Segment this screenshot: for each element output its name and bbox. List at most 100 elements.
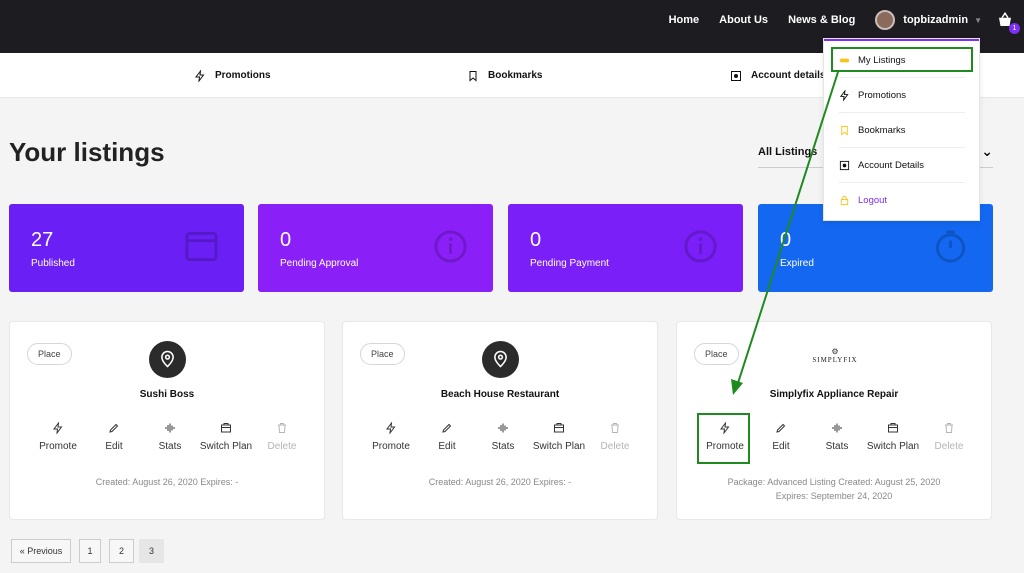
listing-meta: Package: Advanced Listing Created: Augus… bbox=[677, 475, 991, 503]
stats-button[interactable]: Stats bbox=[809, 422, 865, 452]
pagination-page[interactable]: 2 bbox=[109, 539, 134, 563]
stats-button[interactable]: Stats bbox=[142, 422, 198, 452]
trash-icon bbox=[278, 423, 286, 433]
stats-button[interactable]: Stats bbox=[475, 422, 531, 452]
promote-label: Promote bbox=[372, 441, 410, 452]
dropdown-logout[interactable]: Logout bbox=[839, 183, 965, 218]
annotation-highlight-my-listings bbox=[831, 47, 973, 72]
nav-about-link[interactable]: About Us bbox=[719, 14, 768, 26]
account-icon bbox=[839, 160, 850, 170]
subnav-account-label: Account details bbox=[751, 70, 826, 81]
listing-actions: Promote Edit Stats Switch Plan Delete bbox=[30, 422, 310, 460]
listing-card: Place ⚙ SIMPLYFIX Simplyfix Appliance Re… bbox=[676, 321, 992, 520]
stopwatch-icon bbox=[935, 230, 966, 263]
lightning-icon bbox=[386, 422, 396, 434]
listing-card: Place Sushi Boss Promote Edit Stats Swit… bbox=[9, 321, 325, 520]
edit-button[interactable]: Edit bbox=[753, 422, 809, 452]
edit-button[interactable]: Edit bbox=[86, 422, 142, 452]
delete-button[interactable]: Delete bbox=[254, 422, 310, 452]
switch-plan-button[interactable]: Switch Plan bbox=[865, 422, 921, 452]
package-icon bbox=[888, 423, 898, 433]
gear-icon: ⚙ bbox=[831, 347, 839, 356]
dropdown-account-details[interactable]: Account Details bbox=[839, 148, 965, 183]
pagination-page-current[interactable]: 3 bbox=[139, 539, 164, 563]
nav-news-link[interactable]: News & Blog bbox=[788, 14, 855, 26]
stats-icon bbox=[498, 423, 508, 433]
account-icon bbox=[731, 70, 741, 81]
stat-value: 0 bbox=[780, 229, 792, 251]
delete-label: Delete bbox=[600, 441, 630, 452]
listing-type-tag: Place bbox=[694, 343, 739, 365]
dropdown-item-label: Bookmarks bbox=[858, 124, 906, 136]
stat-card-published[interactable]: 27 Published bbox=[9, 204, 244, 292]
stat-label: Pending Payment bbox=[530, 258, 609, 269]
stat-card-pending-approval[interactable]: 0 Pending Approval bbox=[258, 204, 493, 292]
listing-logo: ⚙ SIMPLYFIX bbox=[802, 347, 868, 371]
switch-plan-button[interactable]: Switch Plan bbox=[531, 422, 587, 452]
stats-icon bbox=[165, 423, 175, 433]
caret-down-icon: ▼ bbox=[974, 15, 982, 25]
top-nav: Home About Us News & Blog topbizadmin ▼ … bbox=[669, 0, 1024, 40]
switch-plan-button[interactable]: Switch Plan bbox=[198, 422, 254, 452]
dropdown-bookmarks[interactable]: Bookmarks bbox=[839, 113, 965, 148]
lightning-icon bbox=[53, 422, 63, 434]
pencil-icon bbox=[109, 423, 119, 433]
dropdown-item-label: Account Details bbox=[858, 159, 925, 171]
info-icon bbox=[684, 230, 717, 263]
cart-count-badge: 1 bbox=[1009, 23, 1020, 34]
delete-label: Delete bbox=[934, 441, 964, 452]
listing-type-tag: Place bbox=[27, 343, 72, 365]
subnav-promotions-label: Promotions bbox=[215, 70, 271, 81]
promote-label: Promote bbox=[39, 441, 77, 452]
bookmark-icon bbox=[841, 125, 848, 136]
stat-label: Pending Approval bbox=[280, 258, 359, 269]
listing-meta: Created: August 26, 2020 Expires: - bbox=[10, 475, 324, 489]
subnav-promotions[interactable]: Promotions bbox=[194, 53, 271, 98]
listing-actions: Promote Edit Stats Switch Plan Delete bbox=[363, 422, 643, 460]
user-menu[interactable]: topbizadmin ▼ bbox=[875, 10, 982, 30]
edit-label: Edit bbox=[438, 441, 456, 452]
promote-button[interactable]: Promote bbox=[30, 422, 86, 452]
nav-home-link[interactable]: Home bbox=[669, 14, 700, 26]
stat-value: 0 bbox=[280, 229, 292, 251]
listing-meta: Created: August 26, 2020 Expires: - bbox=[343, 475, 657, 489]
bookmark-icon bbox=[469, 70, 477, 82]
subnav-bookmarks[interactable]: Bookmarks bbox=[467, 53, 542, 98]
listing-title: Beach House Restaurant bbox=[440, 389, 560, 400]
pagination-previous[interactable]: « Previous bbox=[11, 539, 71, 563]
map-pin-icon bbox=[161, 350, 174, 368]
promote-button[interactable]: Promote bbox=[363, 422, 419, 452]
subnav-account-details[interactable]: Account details bbox=[730, 53, 825, 98]
delete-button[interactable]: Delete bbox=[587, 422, 643, 452]
delete-button[interactable]: Delete bbox=[921, 422, 977, 452]
cart-button[interactable]: 1 bbox=[996, 11, 1020, 34]
pagination-page[interactable]: 1 bbox=[79, 539, 101, 563]
calendar-icon bbox=[185, 231, 218, 262]
pencil-icon bbox=[776, 423, 786, 433]
avatar bbox=[875, 10, 896, 30]
delete-label: Delete bbox=[267, 441, 297, 452]
listing-meta-line: Created: August 26, 2020 Expires: - bbox=[428, 477, 572, 487]
listing-meta-line: Package: Advanced Listing Created: Augus… bbox=[727, 477, 941, 487]
listing-meta-line: Expires: September 24, 2020 bbox=[775, 491, 893, 501]
lock-icon bbox=[840, 195, 849, 206]
switch-plan-label: Switch Plan bbox=[866, 441, 920, 452]
lightning-icon bbox=[195, 69, 205, 82]
stat-card-pending-payment[interactable]: 0 Pending Payment bbox=[508, 204, 743, 292]
listing-logo-text: SIMPLYFIX bbox=[812, 356, 858, 364]
filter-value: All Listings bbox=[758, 146, 818, 158]
dropdown-promotions[interactable]: Promotions bbox=[839, 78, 965, 113]
stat-value: 0 bbox=[530, 229, 542, 251]
stats-label: Stats bbox=[158, 441, 182, 452]
trash-icon bbox=[945, 423, 953, 433]
info-icon bbox=[434, 230, 467, 263]
package-icon bbox=[554, 423, 564, 433]
edit-button[interactable]: Edit bbox=[419, 422, 475, 452]
username: topbizadmin bbox=[903, 14, 969, 26]
annotation-highlight-promote bbox=[697, 413, 750, 464]
listing-title: Sushi Boss bbox=[139, 389, 195, 400]
map-pin-icon bbox=[494, 350, 507, 368]
dropdown-item-label: Logout bbox=[858, 195, 888, 206]
trash-icon bbox=[611, 423, 619, 433]
stat-label: Published bbox=[31, 258, 75, 269]
